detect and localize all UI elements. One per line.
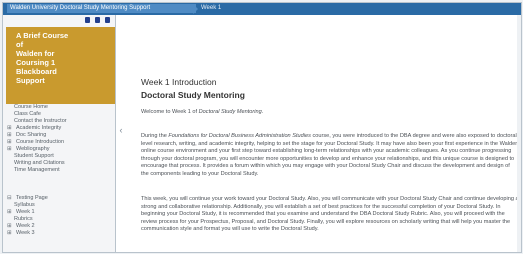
expand-icon[interactable]: ⊞ bbox=[7, 223, 16, 230]
breadcrumb: Walden University Doctoral Study Mentori… bbox=[3, 3, 521, 15]
sidebar-item-student-support[interactable]: Student Support bbox=[7, 153, 113, 160]
course-title-line: Walden for bbox=[16, 49, 55, 58]
sidebar-toolbar bbox=[3, 15, 115, 27]
course-menu-section-1: Course Home Class Cafe Contact the Instr… bbox=[7, 104, 113, 174]
course-title: A Brief Course of Walden for Coursing 1 … bbox=[16, 31, 76, 85]
collapse-icon[interactable]: ⊟ bbox=[7, 195, 16, 202]
sidebar-item-time-management[interactable]: Time Management bbox=[7, 167, 113, 174]
week-overview-paragraph: This week, you will continue your work t… bbox=[141, 196, 519, 233]
course-menu-sidebar: A Brief Course of Walden for Coursing 1 … bbox=[3, 15, 116, 252]
course-title-line: A Brief Course of bbox=[16, 31, 69, 49]
refresh-icon[interactable] bbox=[105, 17, 110, 23]
course-title-line: Support bbox=[16, 76, 45, 85]
sidebar-item-webliography[interactable]: ⊞ Webliography bbox=[7, 146, 113, 153]
sidebar-item-syllabus[interactable]: Syllabus bbox=[7, 202, 113, 209]
sidebar-item-contact-instructor[interactable]: Contact the Instructor bbox=[7, 118, 113, 125]
sidebar-item-academic-integrity[interactable]: ⊞ Academic Integrity bbox=[7, 125, 113, 132]
sidebar-item-class-cafe[interactable]: Class Cafe bbox=[7, 111, 113, 118]
intro-paragraph: During the Foundations for Doctoral Busi… bbox=[141, 133, 519, 177]
breadcrumb-current: Week 1 bbox=[201, 5, 222, 11]
menu-icon[interactable] bbox=[95, 17, 100, 23]
course-window: Walden University Doctoral Study Mentori… bbox=[2, 2, 522, 253]
sidebar-item-week-3[interactable]: ⊞ Week 3 bbox=[7, 230, 113, 237]
breadcrumb-course-link[interactable]: Walden University Doctoral Study Mentori… bbox=[7, 4, 196, 13]
course-menu-section-2: ⊟ Testing Page Syllabus ⊞ Week 1 Rubrics ⊞… bbox=[7, 195, 113, 237]
sidebar-item-writing-citations[interactable]: Writing and Citations bbox=[7, 160, 113, 167]
collapse-sidebar-icon[interactable]: ‹ bbox=[117, 124, 125, 136]
expand-icon[interactable]: ⊞ bbox=[7, 139, 16, 146]
sidebar-item-course-home[interactable]: Course Home bbox=[7, 104, 113, 111]
sidebar-item-testing-page[interactable]: ⊟ Testing Page bbox=[7, 195, 113, 202]
expand-icon[interactable]: ⊞ bbox=[7, 209, 16, 216]
expand-icon[interactable]: ⊞ bbox=[7, 230, 16, 237]
sidebar-item-week-2[interactable]: ⊞ Week 2 bbox=[7, 223, 113, 230]
course-title-banner[interactable]: A Brief Course of Walden for Coursing 1 … bbox=[6, 27, 115, 104]
sidebar-item-doc-sharing[interactable]: ⊞ Doc Sharing bbox=[7, 132, 113, 139]
sidebar-item-course-introduction[interactable]: ⊞ Course Introduction bbox=[7, 139, 113, 146]
breadcrumb-separator bbox=[193, 4, 198, 14]
expand-icon[interactable]: ⊞ bbox=[7, 132, 16, 139]
expand-icon[interactable]: ⊞ bbox=[7, 125, 16, 132]
content-scrollbar[interactable] bbox=[517, 15, 521, 252]
course-title-line: Coursing 1 bbox=[16, 58, 56, 67]
add-icon[interactable] bbox=[85, 17, 90, 23]
course-title-line: Blackboard bbox=[16, 67, 57, 76]
welcome-paragraph: Welcome to Week 1 of Doctoral Study Ment… bbox=[141, 109, 264, 115]
expand-icon[interactable]: ⊞ bbox=[7, 146, 16, 153]
sidebar-item-week-1[interactable]: ⊞ Week 1 bbox=[7, 209, 113, 216]
content-area: Week 1 Introduction Doctoral Study Mento… bbox=[132, 15, 521, 252]
sidebar-item-rubrics[interactable]: Rubrics bbox=[7, 216, 113, 223]
page-title: Week 1 Introduction bbox=[141, 77, 217, 87]
page-subtitle: Doctoral Study Mentoring bbox=[141, 90, 245, 100]
